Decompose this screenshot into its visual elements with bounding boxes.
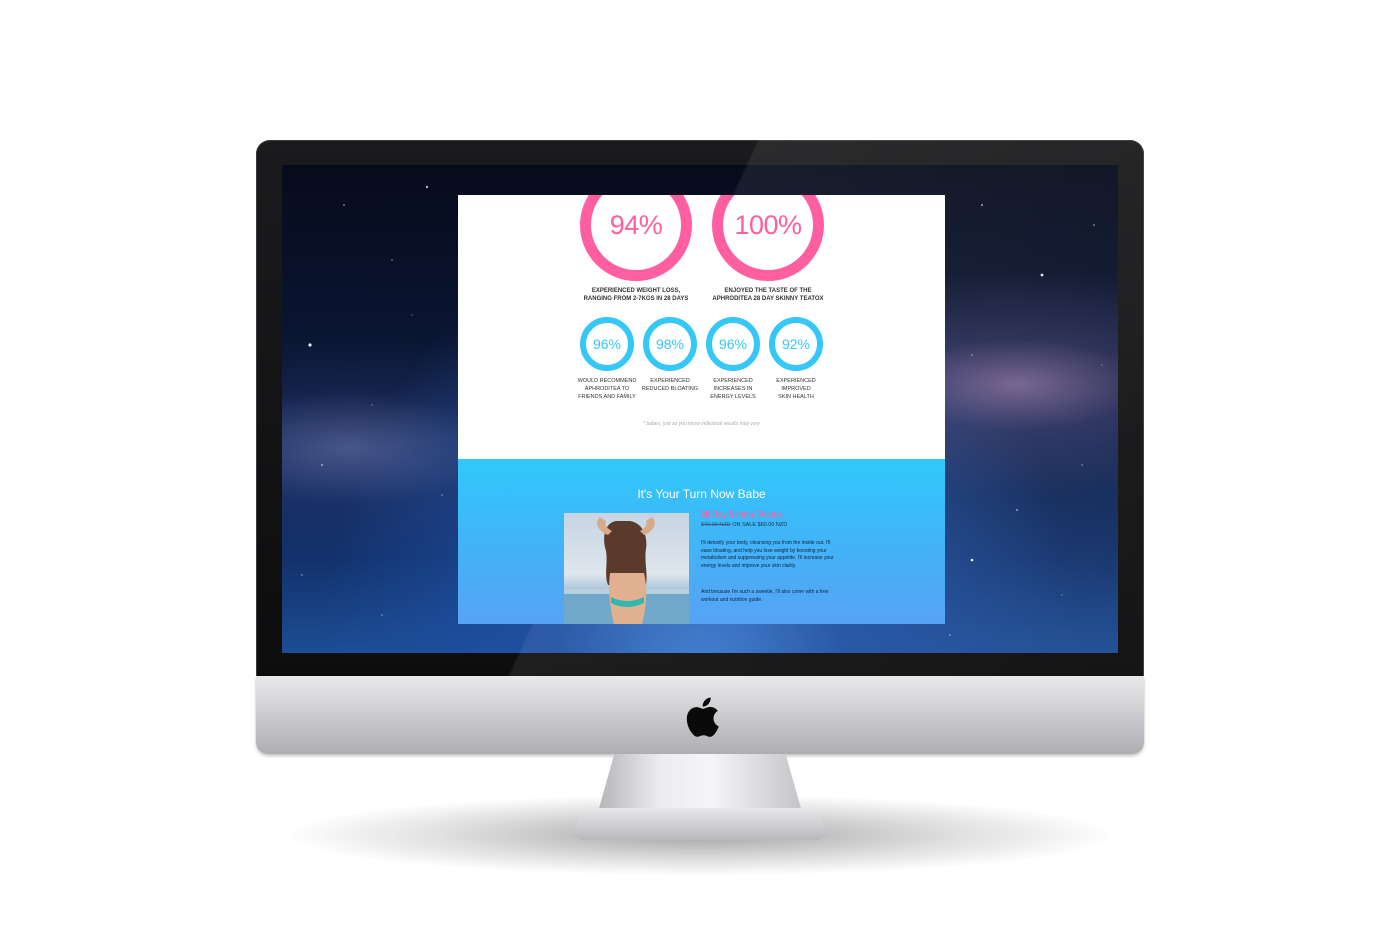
sale-price: ON SALE $60.00 NZD — [732, 522, 788, 528]
caption-line: reduced bloating — [641, 386, 699, 392]
product-bonus-note: And because I'm such a sweetie, I'll als… — [701, 589, 829, 603]
caption-line: Experienced weight loss, — [591, 288, 681, 294]
caption-line: ranging from 2-7kgs in 28 days — [583, 296, 689, 302]
stat-value: 100% — [734, 209, 802, 240]
caption-line: Aphroditea to — [584, 386, 630, 392]
stat-ring-bloating: 98% — [643, 317, 697, 371]
stat-caption-weight-loss: Experienced weight loss, ranging from 2-… — [561, 287, 711, 303]
stat-value: 98% — [655, 336, 685, 352]
caption-line: Enjoyed the taste of the — [724, 288, 812, 294]
original-price: $70.00 NZD — [701, 522, 731, 528]
stat-value: 94% — [609, 209, 663, 240]
caption-line: improved — [781, 386, 811, 392]
stats-section: 94% Experienced weight loss, ranging fro… — [458, 195, 945, 459]
caption-line: Experienced — [650, 378, 690, 384]
stat-caption-bloating: Experienced reduced bloating — [638, 377, 702, 393]
stat-ring-recommend: 96% — [580, 317, 634, 371]
caption-line: increases in — [713, 386, 753, 392]
imac-stand-foot — [572, 808, 828, 840]
caption-line: Would recommend — [577, 378, 637, 384]
caption-line: Aphroditea 28 day skinny teatox — [712, 296, 824, 302]
apple-icon — [686, 697, 719, 737]
caption-line: energy levels — [710, 394, 756, 400]
product-description: I'll detoxify your body, cleansing you f… — [701, 540, 834, 569]
stat-ring-taste: 100% — [712, 195, 824, 281]
cta-heading: It's Your Turn Now Babe — [637, 487, 766, 501]
stat-ring-weight-loss: 94% — [580, 195, 692, 281]
caption-line: Experienced — [713, 378, 753, 384]
stat-value: 96% — [592, 336, 622, 352]
stat-caption-skin: Experienced improved skin health — [764, 377, 828, 401]
stat-value: 96% — [718, 336, 748, 352]
imac-stand-neck — [598, 754, 802, 812]
caption-line: friends and family — [578, 394, 636, 400]
caption-line: skin health — [778, 394, 814, 400]
caption-line: Experienced — [776, 378, 816, 384]
stat-caption-taste: Enjoyed the taste of the Aphroditea 28 d… — [693, 287, 843, 303]
stat-ring-energy: 96% — [706, 317, 760, 371]
product-title-link[interactable]: 28 Day Skinny Teatox — [701, 510, 783, 519]
webpage: 94% Experienced weight loss, ranging fro… — [458, 195, 945, 624]
product-image[interactable] — [564, 513, 689, 624]
cta-section: It's Your Turn Now Babe 28 Day Skinny Te… — [458, 459, 945, 624]
stat-value: 92% — [781, 336, 811, 352]
stat-ring-skin: 92% — [769, 317, 823, 371]
price-row: $70.00 NZD ON SALE $60.00 NZD — [701, 522, 787, 528]
product-photo — [564, 517, 689, 624]
stat-caption-energy: Experienced increases in energy levels — [701, 377, 765, 401]
results-disclaimer: * babes, just so you know individual res… — [643, 421, 760, 427]
stat-caption-recommend: Would recommend Aphroditea to friends an… — [575, 377, 639, 401]
